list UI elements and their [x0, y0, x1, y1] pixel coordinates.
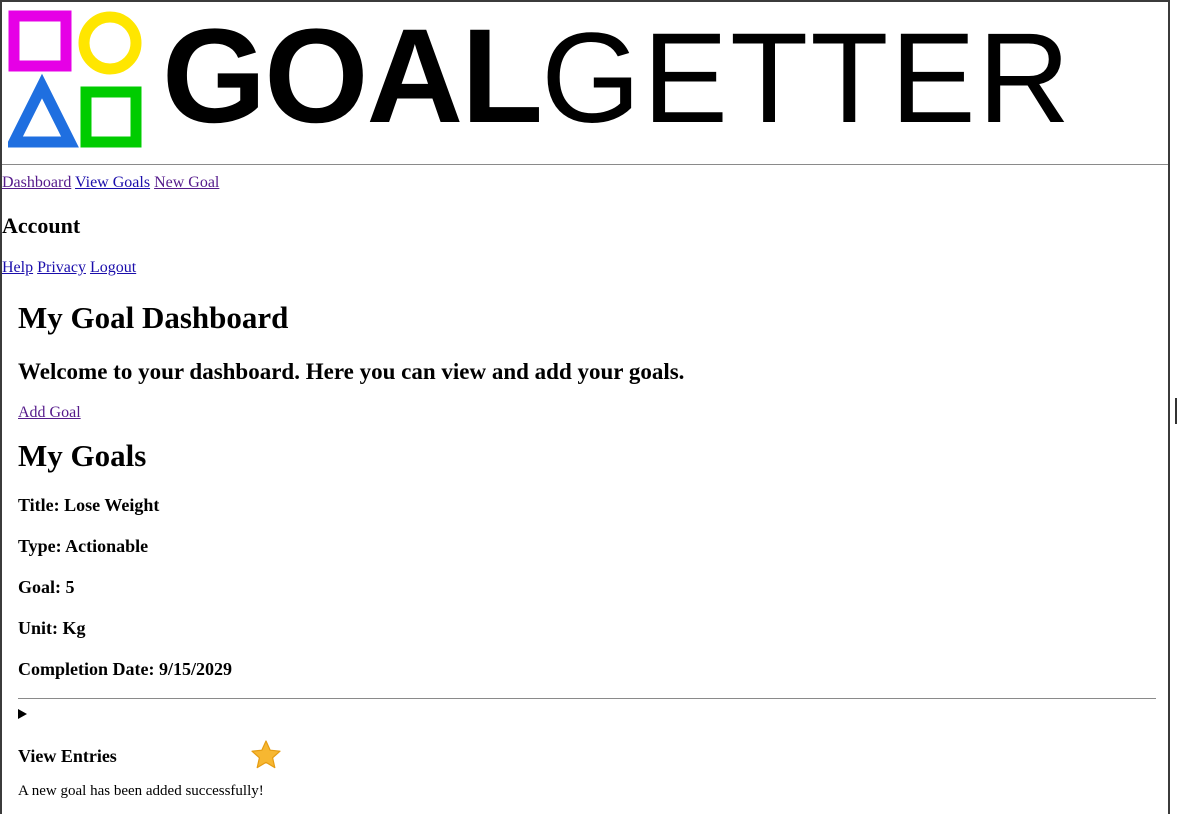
green-square-icon — [80, 86, 142, 148]
logo-shapes-icon — [8, 10, 142, 148]
my-goals-heading: My Goals — [18, 438, 147, 473]
add-goal-link[interactable]: Add Goal — [18, 404, 1156, 422]
help-link[interactable]: Help — [2, 259, 33, 276]
dashboard-main: My Goal Dashboard Welcome to your dashbo… — [18, 298, 1156, 800]
main-nav: Dashboard View Goals New Goal — [2, 174, 219, 192]
goal-unit: Unit: Kg — [18, 618, 86, 638]
goal-card: Title: Lose Weight Type: Actionable Goal… — [18, 494, 1156, 680]
view-entries-label: View Entries — [18, 746, 117, 766]
goal-target: Goal: 5 — [18, 577, 75, 597]
blue-triangle-icon — [8, 73, 79, 148]
logo-wordmark: GOALGETTER — [162, 10, 1072, 144]
logout-link[interactable]: Logout — [90, 259, 136, 276]
nav-dashboard-link[interactable]: Dashboard — [2, 174, 71, 191]
site-header: GOALGETTER — [2, 2, 1168, 165]
magenta-square-icon — [8, 10, 72, 72]
success-message: A new goal has been added successfully! — [18, 783, 264, 799]
nav-view-goals-link[interactable]: View Goals — [75, 174, 150, 191]
logo-word-light: GETTER — [541, 7, 1073, 150]
nav-new-goal-link[interactable]: New Goal — [154, 174, 219, 191]
star-icon[interactable] — [250, 739, 282, 771]
account-nav: Help Privacy Logout — [2, 259, 136, 277]
goal-title: Title: Lose Weight — [18, 495, 160, 515]
page-title: My Goal Dashboard — [18, 300, 289, 335]
yellow-circle-icon — [78, 11, 142, 75]
scroll-thumb[interactable] — [1175, 398, 1177, 424]
scrollbar[interactable] — [1172, 0, 1180, 814]
welcome-message: Welcome to your dashboard. Here you can … — [18, 359, 685, 384]
account-heading: Account — [2, 213, 81, 238]
expand-entries-toggle-icon[interactable] — [18, 709, 27, 719]
view-entries-row: View Entries — [18, 740, 1156, 769]
privacy-link[interactable]: Privacy — [37, 259, 86, 276]
goal-type: Type: Actionable — [18, 536, 149, 556]
goal-completion-date: Completion Date: 9/15/2029 — [18, 659, 232, 679]
logo-word-bold: GOAL — [162, 2, 543, 151]
goal-divider — [18, 698, 1156, 699]
